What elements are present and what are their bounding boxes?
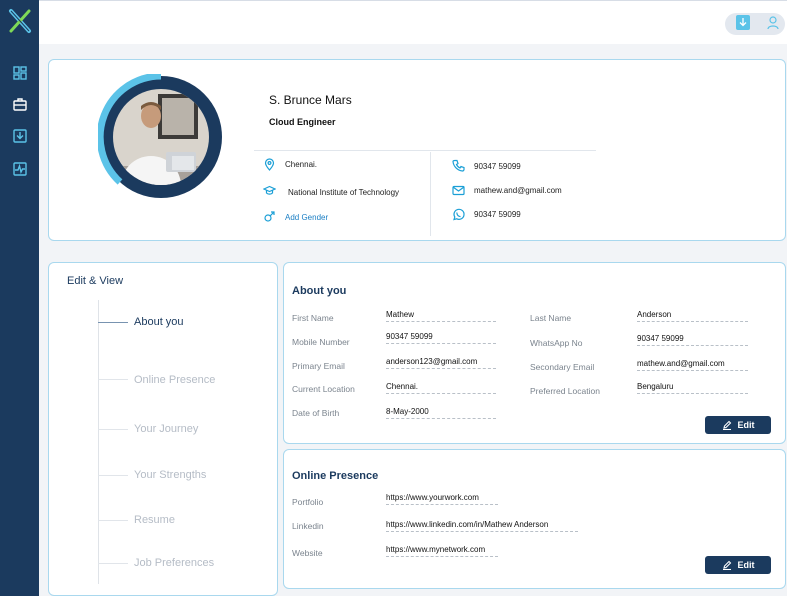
first-name-label: First Name [292,313,334,323]
primary-email-label: Primary Email [292,361,345,371]
nav-job-preferences[interactable]: Job Preferences [134,557,214,569]
profile-whatsapp: 90347 59099 [474,210,521,219]
website-value[interactable]: https://www.mynetwork.com [386,545,498,557]
divider [254,150,596,151]
website-label: Website [292,548,323,558]
secondary-email-value: mathew.and@gmail.com [637,359,748,371]
activity-icon[interactable] [12,161,28,177]
dob-value: 8-May-2000 [386,407,496,419]
location-pin-icon [264,158,275,171]
preferred-location-value: Bengaluru [637,382,748,394]
briefcase-icon[interactable] [12,96,28,112]
avatar [98,74,222,198]
top-bar [39,0,787,44]
profile-institute: National Institute of Technology [288,188,400,197]
preferred-location-label: Preferred Location [530,386,600,396]
whatsapp-label: WhatsApp No [530,338,583,348]
nav-your-strengths[interactable]: Your Strengths [134,469,206,481]
nav-about-you[interactable]: About you [134,316,184,328]
mobile-label: Mobile Number [292,337,350,347]
portfolio-value[interactable]: https://www.yourwork.com [386,493,498,505]
add-gender-link[interactable]: Add Gender [285,213,328,222]
profile-location: Chennai. [285,160,318,169]
first-name-value: Mathew [386,310,496,322]
timeline-line [98,300,99,584]
edit-online-button[interactable]: Edit [705,556,771,574]
whatsapp-icon [453,208,465,221]
primary-email-value: anderson123@gmail.com [386,357,496,369]
divider [430,152,431,236]
nav-your-journey[interactable]: Your Journey [134,423,198,435]
user-icon[interactable] [766,15,780,30]
online-presence-title: Online Presence [292,470,379,482]
timeline-tick [98,322,128,323]
profile-phone: 90347 59099 [474,162,521,171]
mobile-value: 90347 59099 [386,332,496,344]
dashboard-icon[interactable] [12,65,28,81]
edit-online-label: Edit [737,560,755,570]
about-you-title: About you [292,285,347,297]
profile-email: mathew.and@gmail.com [474,186,562,195]
portfolio-label: Portfolio [292,497,324,507]
edit-about-label: Edit [737,420,755,430]
timeline-tick [98,563,128,564]
last-name-label: Last Name [530,313,572,323]
dob-label: Date of Birth [292,408,340,418]
download-box-icon[interactable] [12,128,28,144]
nav-online-presence[interactable]: Online Presence [134,374,215,386]
timeline-tick [98,429,128,430]
secondary-email-label: Secondary Email [530,362,595,372]
phone-icon [452,159,465,172]
download-icon[interactable] [736,15,750,30]
linkedin-label: Linkedin [292,521,324,531]
edit-about-button[interactable]: Edit [705,416,771,434]
current-location-label: Current Location [292,384,355,394]
pencil-icon [722,420,731,430]
sidebar [0,0,39,596]
timeline-tick [98,379,128,380]
linkedin-value[interactable]: https://www.linkedin.com/in/Mathew Ander… [386,520,578,532]
timeline-tick [98,475,128,476]
graduation-cap-icon [263,185,276,195]
profile-name: S. Brunce Mars [269,93,352,107]
pencil-icon [722,560,731,570]
timeline-tick [98,520,128,521]
profile-role: Cloud Engineer [269,117,336,127]
current-location-value: Chennai. [386,382,496,394]
x-logo-icon[interactable] [8,8,32,34]
nav-resume[interactable]: Resume [134,514,175,526]
mail-icon [452,185,465,196]
last-name-value: Anderson [637,310,748,322]
gender-icon [264,211,275,222]
whatsapp-value: 90347 59099 [637,334,748,346]
edit-view-title: Edit & View [67,275,124,287]
